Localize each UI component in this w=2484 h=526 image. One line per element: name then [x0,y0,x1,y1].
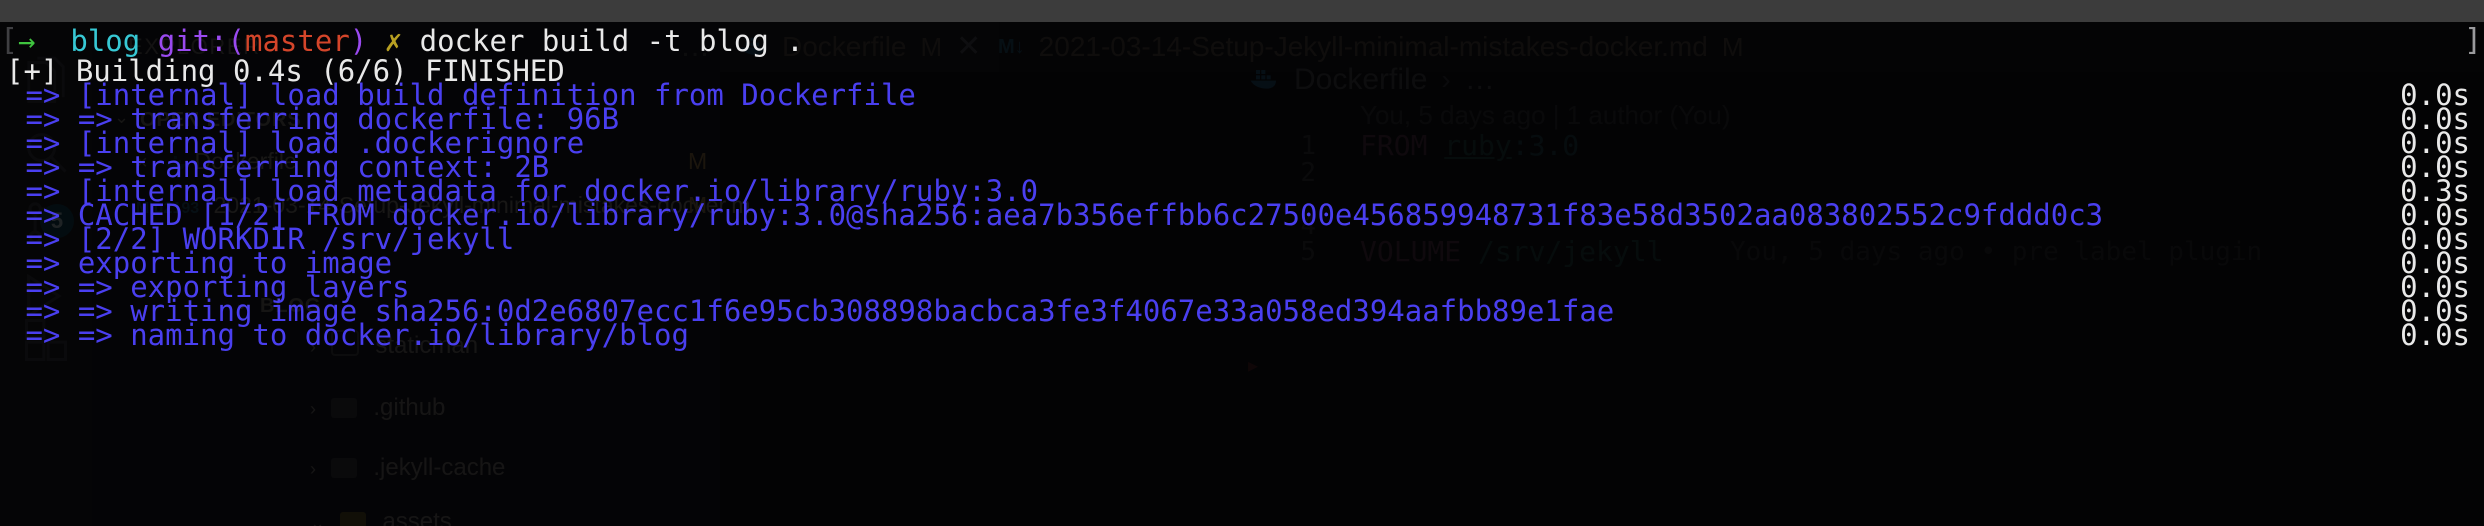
prompt-git-label: git:( [157,24,246,58]
prompt-dirty-icon: ✗ [384,24,403,58]
right-bracket: ] [2463,23,2482,58]
prompt-git-close: ) [349,24,368,58]
terminal-overlay[interactable]: [ ] → blog git:(master) ✗ docker build -… [0,22,2484,526]
terminal-command: docker build -t blog . [419,24,804,58]
build-output-time: 0.0s [2400,318,2470,352]
prompt-branch: master [245,24,350,58]
screen: 5 EXPLORER ⌄ OPEN EDITORS × [0,0,2484,526]
title-bar [0,0,2484,22]
left-bracket: [ [0,23,19,58]
prompt-dir: blog [70,24,141,58]
prompt-arrow-icon: → [18,24,36,58]
build-output-line: => => naming to docker.io/library/blog [8,318,689,352]
terminal-prompt-line: → blog git:(master) ✗ docker build -t bl… [18,26,804,56]
